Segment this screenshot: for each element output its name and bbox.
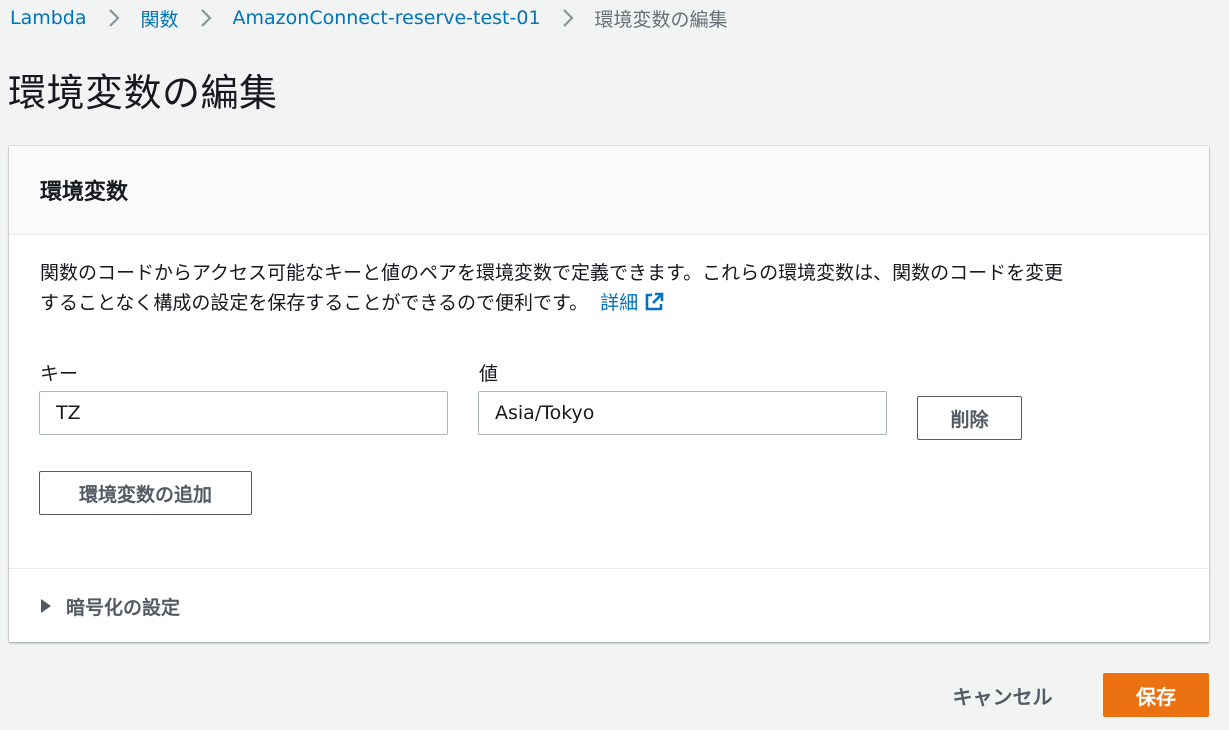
- learn-more-link[interactable]: 詳細: [600, 292, 664, 314]
- chevron-right-icon: [551, 5, 585, 31]
- breadcrumb: Lambda 関数 AmazonConnect-reserve-test-01 …: [10, 5, 728, 31]
- encryption-settings-label: 暗号化の設定: [66, 597, 181, 619]
- breadcrumb-functions-link[interactable]: 関数: [141, 5, 179, 32]
- description-line-2: することなく構成の設定を保存することができるので便利です。: [40, 292, 589, 314]
- cancel-button[interactable]: キャンセル: [935, 673, 1070, 717]
- description-line-2-wrap: することなく構成の設定を保存することができるので便利です。 詳細: [40, 288, 1190, 321]
- panel-title: 環境変数: [40, 180, 129, 205]
- panel-header: 環境変数: [9, 146, 1209, 235]
- chevron-right-icon: [97, 5, 131, 31]
- breadcrumb-lambda-link[interactable]: Lambda: [10, 7, 87, 29]
- chevron-right-icon: [189, 5, 223, 31]
- key-input[interactable]: [39, 391, 448, 435]
- add-environment-variable-button[interactable]: 環境変数の追加: [39, 471, 252, 515]
- page-title: 環境変数の編集: [8, 71, 278, 115]
- divider: [9, 568, 1209, 569]
- remove-button[interactable]: 削除: [917, 396, 1022, 440]
- environment-variables-panel: 環境変数 関数のコードからアクセス可能なキーと値のペアを環境変数で定義できます。…: [9, 146, 1209, 642]
- value-label: 値: [479, 363, 499, 385]
- key-label: キー: [40, 363, 79, 385]
- encryption-settings-expander[interactable]: 暗号化の設定: [40, 593, 180, 620]
- value-input[interactable]: [478, 391, 887, 435]
- external-link-icon: [644, 291, 664, 321]
- caret-right-icon: [40, 596, 52, 618]
- breadcrumb-current: 環境変数の編集: [594, 8, 728, 31]
- panel-description: 関数のコードからアクセス可能なキーと値のペアを環境変数で定義できます。これらの環…: [40, 258, 1190, 321]
- breadcrumb-function-name-link[interactable]: AmazonConnect-reserve-test-01: [233, 7, 541, 29]
- learn-more-label: 詳細: [600, 292, 639, 314]
- description-line-1: 関数のコードからアクセス可能なキーと値のペアを環境変数で定義できます。これらの環…: [40, 262, 1064, 284]
- save-button[interactable]: 保存: [1103, 673, 1209, 717]
